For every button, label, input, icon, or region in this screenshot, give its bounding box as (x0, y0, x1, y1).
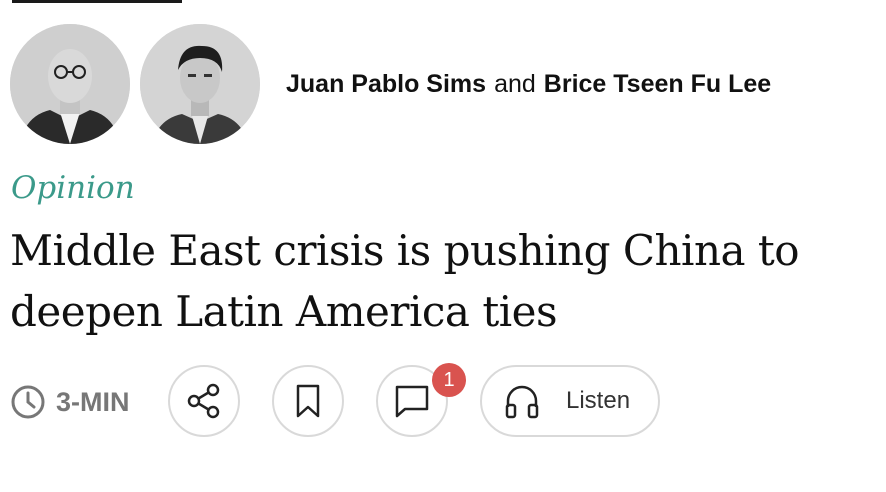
share-icon (187, 383, 220, 419)
author-name-1[interactable]: Juan Pablo Sims (286, 70, 486, 98)
comment-count-badge: 1 (432, 363, 466, 397)
bookmark-button[interactable] (272, 365, 344, 437)
comment-button[interactable]: 1 (376, 363, 466, 437)
article-headline: Middle East crisis is pushing China to d… (10, 226, 800, 336)
listen-button[interactable]: Listen (480, 365, 660, 437)
comment-icon (395, 385, 429, 418)
read-time: 3-MIN (10, 384, 130, 420)
author-name-2[interactable]: Brice Tseen Fu Lee (544, 70, 771, 98)
author-avatar-2[interactable] (140, 24, 260, 144)
author-photo-1 (10, 24, 130, 144)
byline-conjunction: and (494, 69, 536, 98)
author-photo-2 (140, 24, 260, 144)
author-avatar-1[interactable] (10, 24, 130, 144)
section-kicker[interactable]: Opinion (11, 170, 135, 206)
listen-label: Listen (566, 387, 631, 414)
bookmark-icon (296, 384, 320, 418)
headphones-icon (505, 385, 539, 419)
byline: Juan Pablo Sims and Brice Tseen Fu Lee (286, 70, 771, 99)
clock-icon (11, 385, 45, 419)
article-action-bar: 3-MIN 1 Listen (10, 363, 880, 437)
top-rule (12, 0, 182, 3)
read-time-label: 3-MIN (56, 386, 130, 417)
author-row: Juan Pablo Sims and Brice Tseen Fu Lee (10, 24, 771, 144)
share-button[interactable] (168, 365, 240, 437)
